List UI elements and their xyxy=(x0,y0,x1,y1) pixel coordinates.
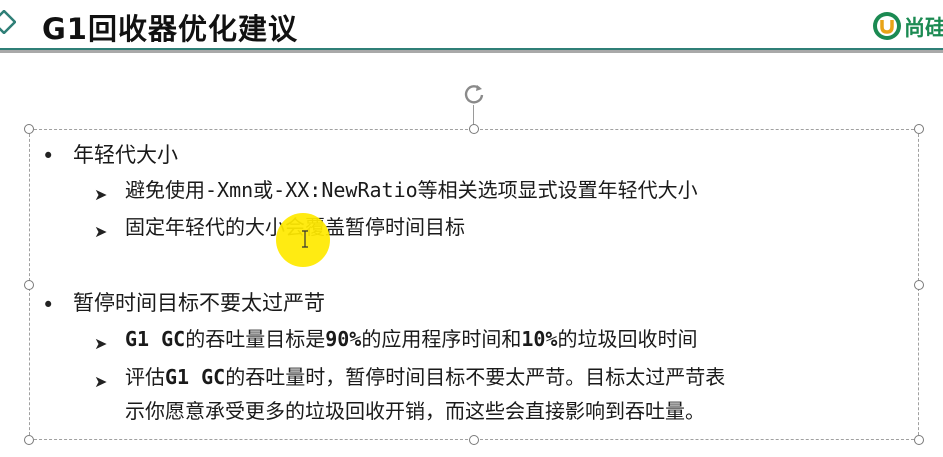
bullet-dot: • xyxy=(42,293,55,317)
brand-logo: 尚硅 xyxy=(872,11,943,43)
resize-handle-middle-right[interactable] xyxy=(914,280,924,290)
list-item: G1 GC的吞吐量目标是90%的应用程序时间和10%的垃圾回收时间 xyxy=(125,327,698,351)
arrow-bullet-icon: ➤ xyxy=(94,334,108,353)
resize-handle-middle-left[interactable] xyxy=(24,280,34,290)
header-shadow-line xyxy=(0,50,943,53)
resize-handle-bottom-center[interactable] xyxy=(469,435,479,445)
slide-title: G1回收器优化建议 xyxy=(42,12,298,46)
resize-handle-bottom-right[interactable] xyxy=(914,435,924,445)
section-heading: 年轻代大小 xyxy=(73,143,178,167)
resize-handle-top-right[interactable] xyxy=(914,124,924,134)
arrow-bullet-icon: ➤ xyxy=(94,222,108,241)
resize-handle-top-left[interactable] xyxy=(24,124,34,134)
slide-header: G1回收器优化建议 尚硅 xyxy=(0,0,943,53)
selected-text-box[interactable] xyxy=(29,129,919,440)
logo-u-icon xyxy=(873,12,901,40)
diamond-icon xyxy=(0,10,16,34)
resize-handle-top-center[interactable] xyxy=(469,124,479,134)
text-cursor-icon xyxy=(302,230,308,248)
resize-handle-bottom-left[interactable] xyxy=(24,435,34,445)
list-item: 避免使用-Xmn或-XX:NewRatio等相关选项显式设置年轻代大小 xyxy=(125,178,698,202)
rotate-handle-icon[interactable] xyxy=(461,81,487,107)
arrow-bullet-icon: ➤ xyxy=(94,372,108,391)
logo-text: 尚硅 xyxy=(904,16,943,40)
list-item-continuation: 示你愿意承受更多的垃圾回收开销，而这些会直接影响到吞吐量。 xyxy=(125,399,705,423)
section-heading: 暂停时间目标不要太过严苛 xyxy=(73,291,325,315)
list-item: 评估G1 GC的吞吐量时，暂停时间目标不要太严苛。目标太过严苛表 xyxy=(125,365,726,389)
rotation-stem xyxy=(473,105,474,125)
bullet-dot: • xyxy=(42,144,55,168)
arrow-bullet-icon: ➤ xyxy=(94,185,108,204)
